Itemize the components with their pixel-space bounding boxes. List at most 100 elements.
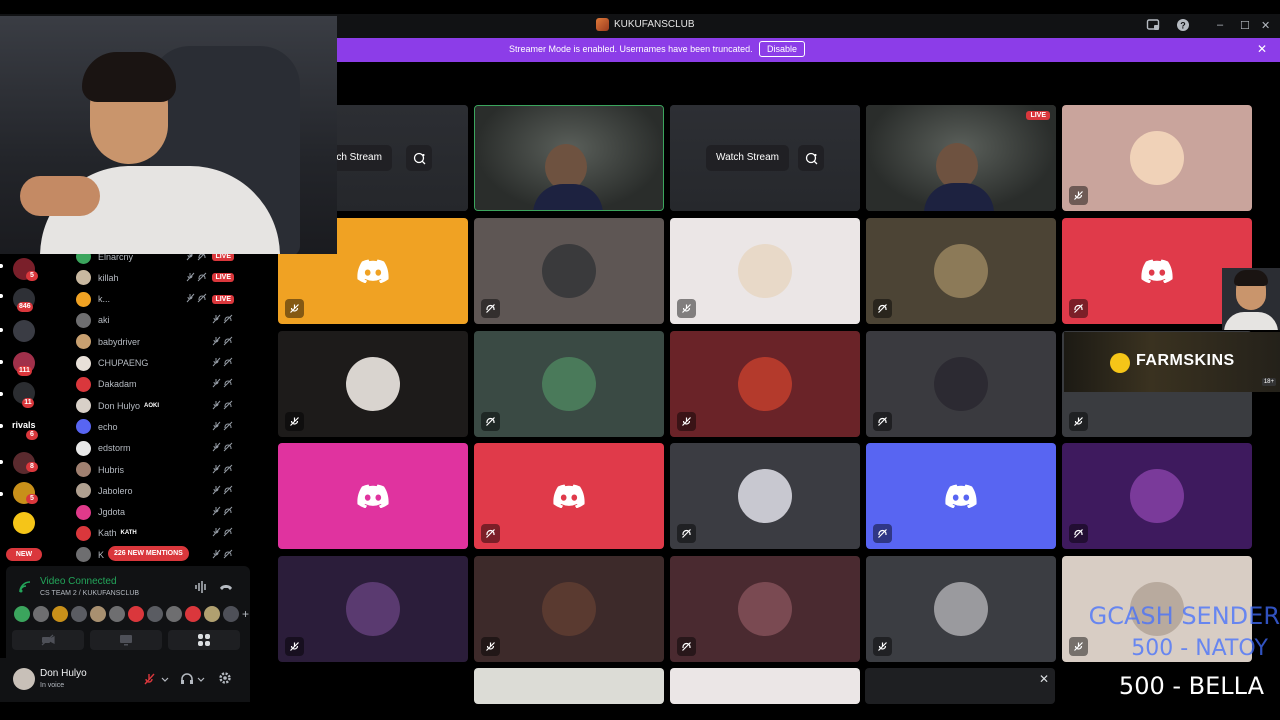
- banner-close-icon[interactable]: ✕: [1257, 42, 1267, 56]
- member-row[interactable]: aki: [76, 310, 244, 331]
- member-name: Dakadam: [98, 379, 137, 390]
- server-icon[interactable]: [13, 320, 35, 342]
- inbox-icon[interactable]: [1146, 18, 1160, 35]
- live-badge: LIVE: [212, 294, 234, 304]
- avatar[interactable]: [147, 606, 163, 622]
- participant-tile[interactable]: [474, 668, 664, 704]
- help-icon[interactable]: ?: [1176, 18, 1190, 35]
- pop-out-icon[interactable]: [406, 145, 432, 171]
- member-row[interactable]: killah LIVE: [76, 267, 244, 288]
- participant-tile[interactable]: [670, 218, 860, 324]
- participant-tile[interactable]: [474, 331, 664, 437]
- member-name: babydriver: [98, 336, 141, 347]
- add-activity-icon[interactable]: +: [242, 606, 249, 622]
- deafened-icon: [1069, 524, 1088, 543]
- pip-close-icon[interactable]: ✕: [1039, 672, 1049, 686]
- avatar: [934, 357, 988, 411]
- live-camera-tile[interactable]: LIVE: [866, 105, 1056, 211]
- member-row[interactable]: echo: [76, 416, 244, 437]
- member-row[interactable]: CHUPAENG: [76, 353, 244, 374]
- user-panel: Don Hulyo In voice: [0, 658, 250, 702]
- avatar: [542, 582, 596, 636]
- participant-tile[interactable]: [670, 556, 860, 662]
- participant-tile[interactable]: [1062, 443, 1252, 549]
- muted-icon: [285, 299, 304, 318]
- new-unreads-pill[interactable]: NEW: [6, 548, 42, 561]
- settings-gear-icon[interactable]: [218, 671, 232, 690]
- member-row[interactable]: Hubris: [76, 459, 244, 480]
- avatar: [76, 440, 91, 456]
- server-icon: [596, 18, 609, 31]
- muted-deafened-icon: [186, 293, 208, 305]
- participant-tile[interactable]: [866, 331, 1056, 437]
- pop-out-icon[interactable]: [798, 145, 824, 171]
- avatar[interactable]: [185, 606, 201, 622]
- member-row[interactable]: babydriver: [76, 331, 244, 352]
- avatar[interactable]: [71, 606, 87, 622]
- member-row[interactable]: Dakadam: [76, 374, 244, 395]
- participant-tile[interactable]: [670, 331, 860, 437]
- avatar: [76, 547, 91, 563]
- maximize-button[interactable]: ☐: [1240, 19, 1250, 32]
- avatar[interactable]: [166, 606, 182, 622]
- member-row[interactable]: Kath KATH: [76, 523, 244, 544]
- avatar: [76, 398, 91, 414]
- member-row[interactable]: Jabolero: [76, 480, 244, 501]
- watch-stream-button[interactable]: Watch Stream: [706, 145, 789, 171]
- participant-tile[interactable]: [670, 443, 860, 549]
- noise-suppression-icon[interactable]: [194, 580, 208, 599]
- member-name: Hubris: [98, 464, 125, 475]
- avatar[interactable]: [52, 606, 68, 622]
- mention-badge: 846: [17, 302, 33, 312]
- picture-in-picture[interactable]: ✕: [865, 668, 1055, 704]
- camera-tile[interactable]: [474, 105, 664, 211]
- member-row[interactable]: k... LIVE: [76, 289, 244, 310]
- new-mentions-pill[interactable]: 226 NEW MENTIONS: [108, 546, 189, 561]
- participant-tile[interactable]: [474, 556, 664, 662]
- disconnect-icon[interactable]: [218, 580, 234, 599]
- avatar[interactable]: [204, 606, 220, 622]
- screen-share-button[interactable]: [90, 630, 162, 650]
- rivals-server-label[interactable]: rivals: [12, 420, 36, 430]
- unread-indicator: [0, 460, 3, 464]
- participant-tile[interactable]: [278, 556, 468, 662]
- connection-status[interactable]: Video Connected: [40, 576, 117, 587]
- avatar[interactable]: [109, 606, 125, 622]
- participant-tile[interactable]: [866, 218, 1056, 324]
- avatar[interactable]: [90, 606, 106, 622]
- banner-message: Streamer Mode is enabled. Usernames have…: [509, 44, 753, 54]
- disable-streamer-mode-button[interactable]: Disable: [759, 41, 806, 57]
- avatar[interactable]: [128, 606, 144, 622]
- participant-tile[interactable]: [866, 443, 1056, 549]
- participant-tile[interactable]: [866, 556, 1056, 662]
- participant-tile[interactable]: [474, 443, 664, 549]
- avatar[interactable]: [33, 606, 49, 622]
- svg-text:?: ?: [1180, 21, 1186, 31]
- member-row[interactable]: edstorm: [76, 438, 244, 459]
- avatar[interactable]: [223, 606, 239, 622]
- mute-microphone-button[interactable]: [142, 672, 170, 691]
- avatar[interactable]: [13, 668, 35, 690]
- username[interactable]: Don Hulyo: [40, 668, 87, 679]
- activities-button[interactable]: [168, 630, 240, 650]
- participant-tile[interactable]: [278, 443, 468, 549]
- participant-tile[interactable]: [1062, 105, 1252, 211]
- avatar: [76, 419, 91, 435]
- signal-icon[interactable]: [18, 580, 32, 599]
- streamer-mode-banner: Streamer Mode is enabled. Usernames have…: [337, 38, 1280, 62]
- close-button[interactable]: ✕: [1261, 19, 1270, 32]
- server-icon[interactable]: [13, 512, 35, 534]
- deafen-button[interactable]: [180, 672, 208, 691]
- muted-icon: [1069, 412, 1088, 431]
- voice-channel-name[interactable]: CS TEAM 2 / KUKUFANSCLUB: [40, 590, 139, 597]
- member-row[interactable]: Jgdota: [76, 502, 244, 523]
- member-row[interactable]: Don Hulyo AOKI: [76, 395, 244, 416]
- minimize-button[interactable]: –: [1217, 19, 1223, 31]
- activity-avatars: +: [14, 606, 249, 622]
- avatar[interactable]: [14, 606, 30, 622]
- participant-tile[interactable]: [474, 218, 664, 324]
- participant-tile[interactable]: [670, 668, 860, 704]
- participant-tile[interactable]: [278, 331, 468, 437]
- camera-off-button[interactable]: [12, 630, 84, 650]
- stream-tile[interactable]: Watch Stream: [670, 105, 860, 211]
